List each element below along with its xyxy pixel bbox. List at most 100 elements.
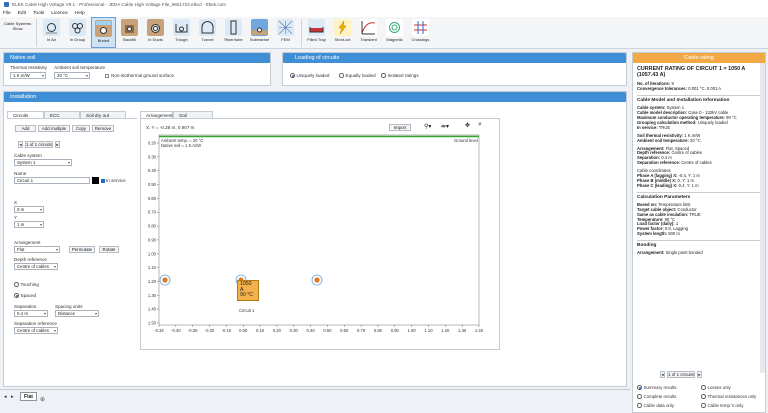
arrangement-view: X, Y = -0.28 m, 0.907 m Import ⚲▾ ⇹▾ ✥ ⌕… [140,118,500,350]
scroll-right-icon[interactable]: ▸ [11,394,14,400]
y-tick-label: 0.30 [148,154,157,159]
losses-only-radio[interactable]: Losses only [701,385,731,390]
thermal-resistances-radio[interactable]: Thermal resistances only [701,394,756,399]
thermal-resistivity-input[interactable]: 1 K.m/W ▾ [10,72,46,79]
cable-system-select[interactable]: System 1 ▾ [14,159,72,166]
menu-tools[interactable]: Tools [33,11,44,16]
cable-temps-radio[interactable]: Cable temp.'s only [701,403,743,408]
add-button[interactable]: Add [15,125,36,132]
prev-circuit-button[interactable]: ◂ [18,141,23,148]
checkbox-box[interactable] [105,73,109,78]
tab-flat[interactable]: Flat [20,392,37,401]
radio-unselected[interactable] [701,403,706,408]
import-button[interactable]: Import [389,124,411,131]
summary-results-radio[interactable]: Summary results [637,385,676,390]
magnetic-icon [386,19,403,36]
non-isothermal-checkbox[interactable]: Non-isothermal ground surface [105,73,174,78]
filled-tray-button[interactable]: Filled Tray [304,17,329,48]
separation-input[interactable]: 0.4 m ▾ [14,310,48,317]
section-bonding: Bonding [637,243,657,249]
radio-unselected[interactable] [637,394,642,399]
chevron-down-icon: ▾ [94,311,97,316]
next-circuit-button[interactable]: ▸ [55,141,60,148]
add-tab-icon[interactable]: ⊕ [40,396,45,403]
depth-reference-select[interactable]: Centre of cables ▾ [14,263,58,270]
zoom-icon[interactable]: ⌕ [478,121,482,129]
circuit-name-input[interactable]: Circuit 1 [14,177,90,184]
pan-icon[interactable]: ✥ [465,122,470,129]
report-viewer[interactable]: CURRENT RATING OF CIRCUIT 1 = 1050 A (10… [633,63,765,373]
layout-tool-icon[interactable]: ⚲▾ [424,123,431,130]
menu-edit[interactable]: Edit [18,11,26,16]
add-multiple-button[interactable]: Add multiple [38,125,70,132]
in-ducts-button[interactable]: In Ducts [143,17,168,48]
separation-reference-select[interactable]: Centre of cables ▾ [14,327,58,334]
radio-unselected[interactable] [637,403,642,408]
radio-selected[interactable] [14,293,19,298]
crossings-button[interactable]: Crossings [408,17,433,48]
x-tick-label: 1.40 [475,328,484,333]
report-scrollbar[interactable] [760,63,765,373]
ribbon-label: Tunnel [201,37,214,42]
arrangement-plot[interactable]: 0.20 0.30 0.40 0.50 0.60 0.70 0.80 0.90 1.00 1.10… [141,133,499,350]
in-service-checkbox[interactable]: In service [101,178,126,183]
checkbox-checked[interactable] [101,178,105,183]
native-soil-note: Native soil = 1 K.m/W [161,143,202,148]
ribbon-label: Short-cct [334,37,351,42]
color-swatch[interactable] [92,177,99,184]
backfill-button[interactable]: Backfill [117,17,142,48]
radio-unselected[interactable] [381,73,386,78]
radio-unselected[interactable] [14,282,19,287]
radio-unselected[interactable] [339,73,344,78]
copy-button[interactable]: Copy [72,125,90,132]
menu-licence[interactable]: Licence [51,11,68,16]
riser-tube-button[interactable]: Riser/tube [221,17,246,48]
fem-button[interactable]: FEM [273,17,298,48]
report-line: System length: 500 m [637,231,680,237]
in-air-button[interactable]: In Air [39,17,64,48]
cable-systems-button[interactable]: Cable Systems Show [2,17,33,48]
backfill-icon [121,19,138,36]
x-tick-label: -0.40 [171,328,181,333]
scroll-left-icon[interactable]: ◂ [4,394,7,400]
radio-unselected[interactable] [701,385,706,390]
transient-button[interactable]: Transient [356,17,381,48]
ribbon-label: In Group [69,37,86,42]
equally-loaded-radio[interactable]: Equally loaded [339,73,376,78]
radio-selected[interactable] [637,385,642,390]
radio-unselected[interactable] [701,394,706,399]
x-input[interactable]: 0 m ▾ [14,206,44,213]
complete-results-radio[interactable]: Complete results [637,394,676,399]
magnetic-button[interactable]: Magnetic [382,17,407,48]
native-soil-header: Native soil [4,53,270,63]
in-ducts-icon [147,19,164,36]
short-circuit-button[interactable]: Short-cct [330,17,355,48]
radio-selected[interactable] [290,73,295,78]
next-circuit-button[interactable]: ▸ [697,371,702,378]
buried-button[interactable]: Buried [91,17,116,48]
cable-data-radio[interactable]: Cable data only [637,403,674,408]
uniquely-loaded-radio[interactable]: Uniquely loaded [290,73,329,78]
align-tool-icon[interactable]: ⇹▾ [441,123,449,130]
trough-button[interactable]: Trough [169,17,194,48]
touching-radio[interactable]: Touching [14,282,39,287]
in-group-button[interactable]: In Group [65,17,90,48]
tunnel-button[interactable]: Tunnel [195,17,220,48]
spacing-units-select[interactable]: Distance ▾ [55,310,99,317]
isolated-ratings-radio[interactable]: Isolated ratings [381,73,419,78]
menu-file[interactable]: File [3,11,11,16]
ambient-temp-input[interactable]: 20 °C ▾ [54,72,90,79]
rotate-button[interactable]: Rotate [99,246,119,253]
submarine-button[interactable]: Submarine [247,17,272,48]
permutate-button[interactable]: Permutate [69,246,95,253]
spaced-radio[interactable]: Spaced [14,293,36,298]
in-group-icon [69,19,86,36]
y-input[interactable]: 1 m ▾ [14,221,44,228]
divider [36,19,37,47]
ribbon-label: Crossings [411,37,430,42]
ribbon-label: Cable Systems Show [4,21,31,31]
arrangement-select[interactable]: Flat ▾ [14,246,60,253]
prev-circuit-button[interactable]: ◂ [660,371,665,378]
remove-button[interactable]: Remove [92,125,114,132]
menu-help[interactable]: Help [75,11,85,16]
